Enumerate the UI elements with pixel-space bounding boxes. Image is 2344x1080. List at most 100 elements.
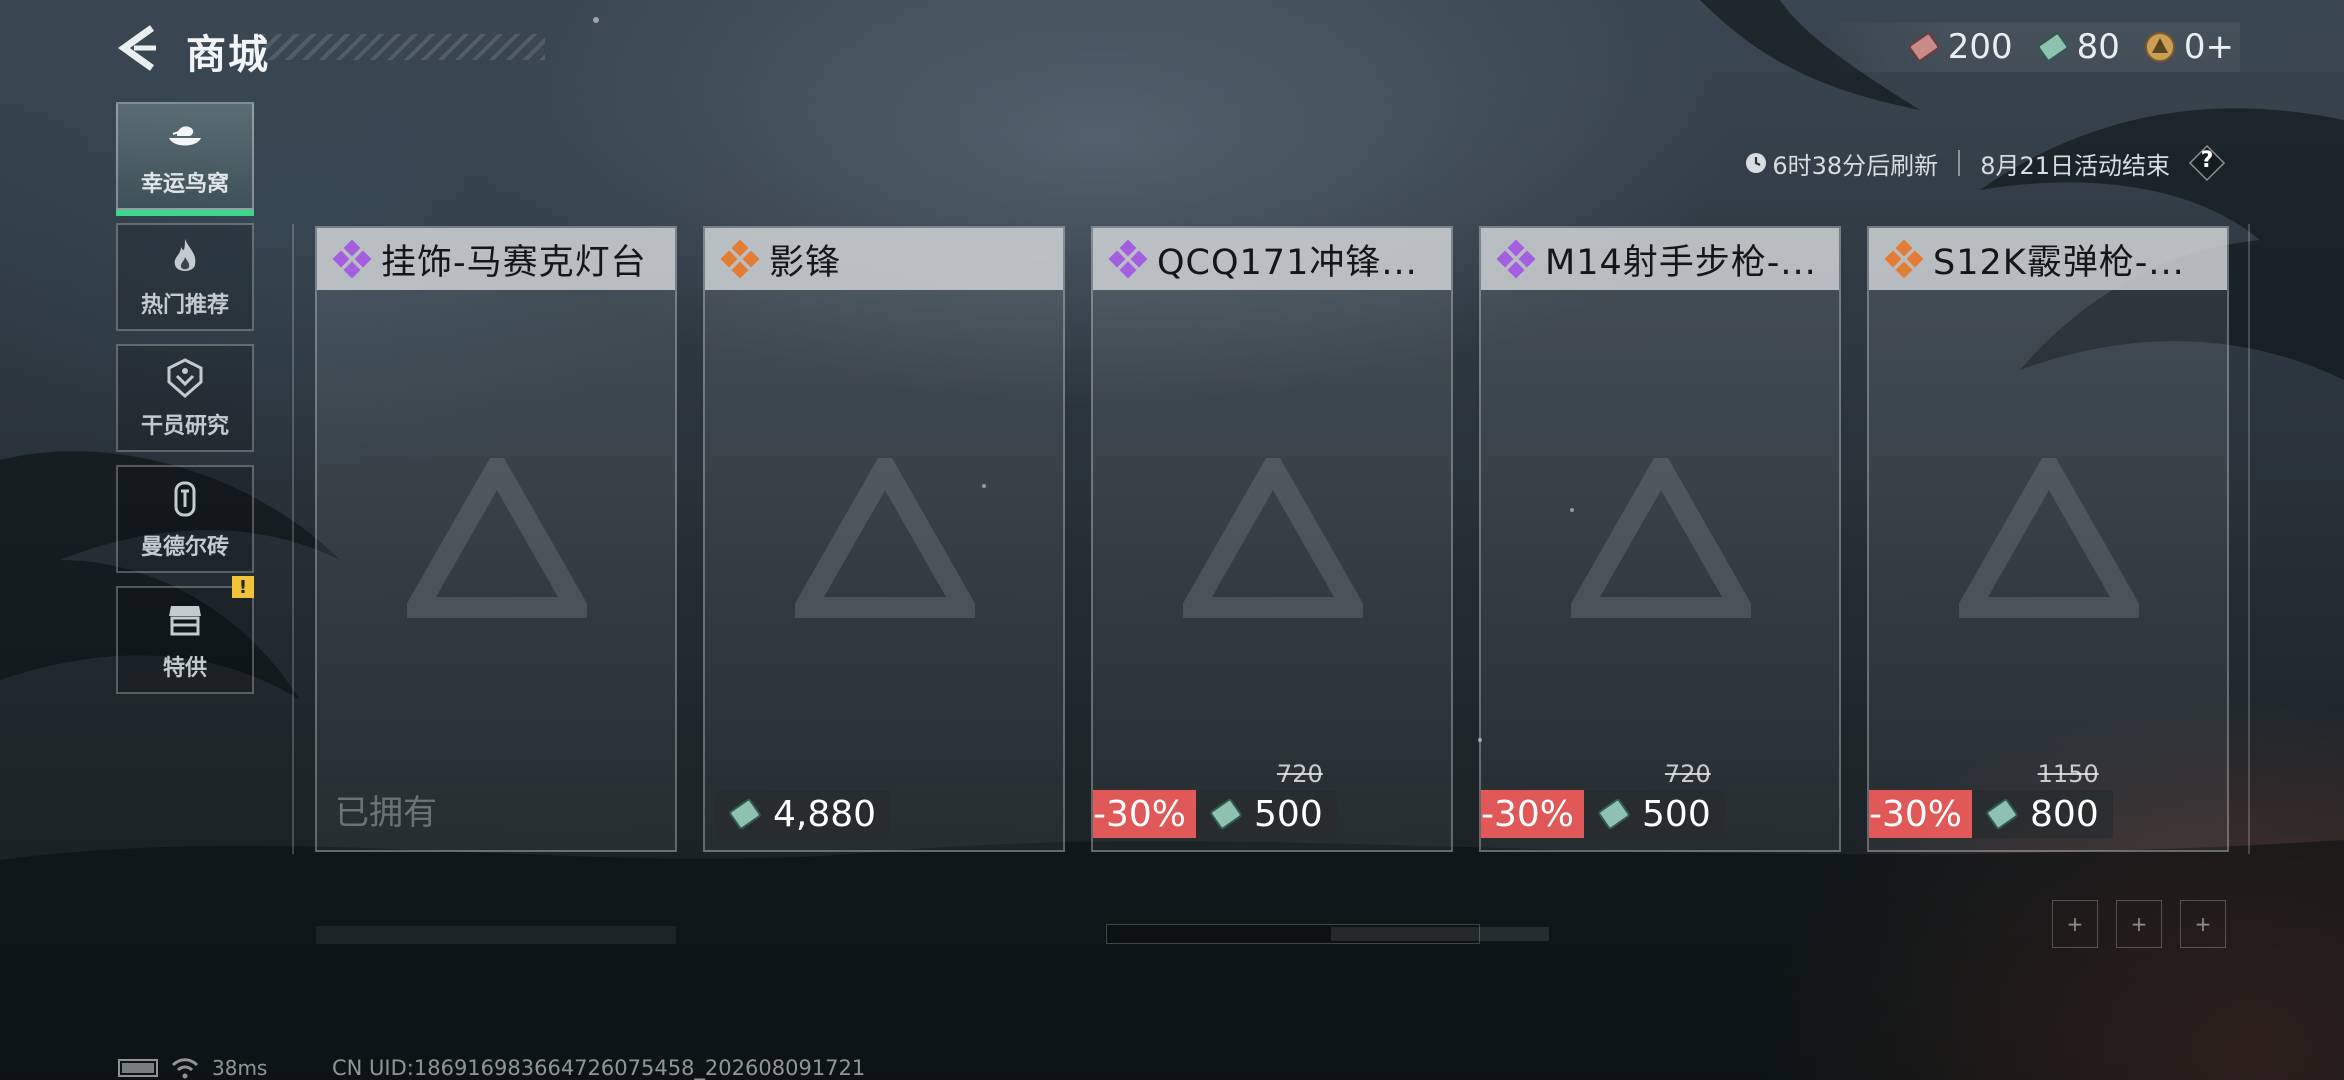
shop-sidebar: 幸运鸟窝 热门推荐 干员研究 曼德尔砖 ! 特供 (116, 102, 254, 707)
page-title: 商城 (186, 32, 270, 78)
rarity-purple-icon (333, 240, 371, 278)
alert-badge: ! (232, 576, 254, 598)
back-button[interactable] (112, 20, 166, 76)
refresh-countdown: 6时38分后刷新 (1772, 151, 1939, 180)
original-price: 1150 (2037, 760, 2099, 788)
ticket-green-icon (1210, 798, 1242, 830)
status-bar: 38ms (118, 1056, 267, 1080)
price-tag: 1150 800 (1972, 760, 2113, 838)
price-value: 500 (1642, 793, 1711, 835)
ping-value: 38ms (212, 1056, 268, 1080)
currency-green-ticket[interactable]: 80 (2035, 27, 2120, 67)
bird-nest-icon (169, 126, 201, 146)
coin-gold-icon (2144, 32, 2175, 62)
price-row: -30% 720 500 (1093, 760, 1337, 838)
currency-green-value: 80 (2076, 27, 2120, 67)
ticket-green-icon (2037, 32, 2068, 62)
page-button-1[interactable]: + (2052, 900, 2098, 948)
decorative-ticker (316, 926, 676, 944)
refresh-info: 6时38分后刷新 8月21日活动结束 ? (1744, 143, 2226, 183)
placeholder-logo (1959, 458, 2139, 618)
price-tag: 4,880 (715, 790, 891, 838)
currency-red-value: 200 (1947, 27, 2013, 67)
wifi-icon (171, 1058, 199, 1079)
product-card[interactable]: M14射手步枪-... -30% 720 500 (1479, 226, 1841, 852)
price-value: 800 (2030, 793, 2099, 835)
card-header: QCQ171冲锋... (1093, 228, 1451, 290)
ticket-green-icon (729, 798, 761, 830)
flame-icon (174, 239, 196, 271)
price-row: -30% 720 500 (1481, 760, 1725, 838)
placeholder-logo (407, 458, 587, 618)
price-row: -30% 1150 800 (1869, 760, 2113, 838)
battery-icon (118, 1059, 158, 1077)
price-value: 4,880 (773, 793, 877, 835)
original-price: 720 (1664, 760, 1711, 788)
ticket-green-icon (1986, 798, 2018, 830)
sidebar-item-operator-research[interactable]: 干员研究 (116, 344, 254, 452)
card-header: 影锋 (705, 228, 1063, 290)
product-name: M14射手步枪-... (1545, 242, 1817, 283)
content-frame-right (2248, 224, 2250, 854)
currency-red-ticket[interactable]: 200 (1906, 27, 2013, 67)
sidebar-item-label: 特供 (162, 656, 207, 681)
ticket-green-icon (1598, 798, 1630, 830)
plus-icon: + (2194, 912, 2212, 936)
discount-badge: -30% (1869, 790, 1973, 838)
sidebar-item-mandel-brick[interactable]: 曼德尔砖 (116, 465, 254, 573)
help-label: ? (2200, 148, 2214, 173)
sidebar-item-special-supply[interactable]: ! 特供 (116, 576, 254, 694)
product-name: 挂饰-马赛克灯台 (381, 242, 647, 283)
product-card[interactable]: QCQ171冲锋... -30% 720 500 (1091, 226, 1453, 852)
discount-badge: -30% (1481, 790, 1585, 838)
operator-research-icon (167, 358, 203, 398)
sidebar-item-label: 曼德尔砖 (140, 535, 229, 560)
page-button-2[interactable]: + (2116, 900, 2162, 948)
sidebar-item-lucky-nest[interactable]: 幸运鸟窝 (116, 102, 254, 216)
sidebar-item-label: 干员研究 (140, 414, 229, 439)
discount-badge: -30% (1093, 790, 1197, 838)
product-name: S12K霰弹枪-... (1933, 242, 2185, 283)
back-arrow-icon (117, 25, 156, 71)
currency-bar: 200 80 0+ (1820, 22, 2240, 72)
help-button[interactable]: ? (2188, 144, 2226, 182)
sidebar-item-label: 幸运鸟窝 (140, 172, 229, 197)
original-price: 720 (1276, 760, 1323, 788)
ground-silhouette (0, 840, 2344, 1080)
title-decoration (260, 34, 545, 60)
owned-label: 已拥有 (335, 793, 437, 833)
product-card[interactable]: 影锋 4,880 (703, 226, 1065, 852)
rarity-purple-icon (1497, 240, 1535, 278)
ticket-red-icon (1908, 32, 1939, 62)
shop-stall-icon (169, 606, 201, 636)
scroll-indicator (1106, 924, 1549, 944)
price-value: 500 (1254, 793, 1323, 835)
card-header: S12K霰弹枪-... (1869, 228, 2227, 290)
product-name: 影锋 (769, 242, 842, 283)
user-uid: CN UID:1869169836647260754​58_2026080917… (332, 1056, 866, 1080)
currency-gold-value: 0+ (2183, 27, 2234, 67)
placeholder-logo (795, 458, 975, 618)
card-header: 挂饰-马赛克灯台 (317, 228, 675, 290)
plus-icon: + (2066, 912, 2084, 936)
plus-icon: + (2130, 912, 2148, 936)
product-name: QCQ171冲锋... (1157, 242, 1418, 283)
mandel-brick-icon (174, 481, 196, 517)
product-card[interactable]: 挂饰-马赛克灯台 已拥有 (315, 226, 677, 852)
product-card[interactable]: S12K霰弹枪-... -30% 1150 800 (1867, 226, 2229, 852)
clock-icon (1746, 153, 1767, 173)
currency-gold-coin[interactable]: 0+ (2142, 27, 2234, 67)
placeholder-logo (1571, 458, 1751, 618)
price-tag: 720 500 (1196, 760, 1337, 838)
sidebar-item-hot-picks[interactable]: 热门推荐 (116, 223, 254, 331)
divider (1958, 150, 1961, 176)
placeholder-logo (1183, 458, 1363, 618)
rarity-orange-icon (1885, 240, 1923, 278)
rarity-orange-icon (721, 240, 759, 278)
event-end-date: 8月21日活动结束 (1980, 151, 2170, 180)
scroll-indicator-fill (1331, 927, 1549, 941)
rarity-purple-icon (1109, 240, 1147, 278)
content-frame-left (292, 224, 294, 854)
sidebar-item-label: 热门推荐 (140, 293, 229, 318)
page-button-3[interactable]: + (2180, 900, 2226, 948)
